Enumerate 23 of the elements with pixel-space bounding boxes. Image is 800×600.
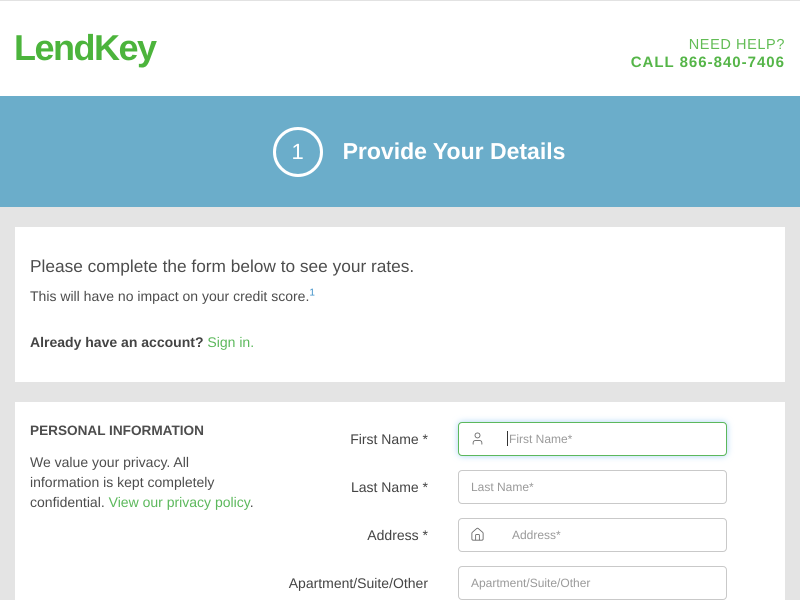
logo[interactable]: LendKey — [14, 30, 156, 66]
section-heading: PERSONAL INFORMATION — [30, 422, 205, 440]
input-field[interactable]: First Name* — [458, 422, 727, 456]
step-number: 1 — [272, 126, 323, 176]
account-prompt: Already have an account? Sign in. — [30, 333, 256, 352]
home-icon — [470, 527, 485, 542]
field-label: Last Name * — [350, 478, 428, 496]
field-label: First Name * — [350, 430, 428, 448]
step-title: Provide Your Details — [342, 138, 566, 165]
field-label: Address * — [367, 526, 428, 544]
help-label: NEED HELP? — [688, 37, 785, 54]
phone-number: CALL 866-840-7406 — [630, 54, 785, 71]
person-icon — [470, 431, 485, 446]
text-cursor — [507, 431, 508, 446]
privacy-policy-link[interactable]: View our privacy policy — [108, 494, 250, 510]
input-field[interactable]: Address* — [458, 518, 727, 552]
privacy-note: We value your privacy. All information is kept completely confidential. View our privacy policy. — [30, 453, 255, 512]
intro-heading: Please complete the form below to see your rates. — [30, 255, 416, 278]
field-label: Apartment/Suite/Other — [288, 574, 428, 592]
input-field[interactable]: Apartment/Suite/Other — [458, 566, 727, 600]
sign-in-link[interactable]: Sign in. — [207, 334, 254, 350]
input-field[interactable]: Last Name* — [458, 470, 727, 504]
credit-note: This will have no impact on your credit score.$^{1}$ — [30, 286, 316, 306]
